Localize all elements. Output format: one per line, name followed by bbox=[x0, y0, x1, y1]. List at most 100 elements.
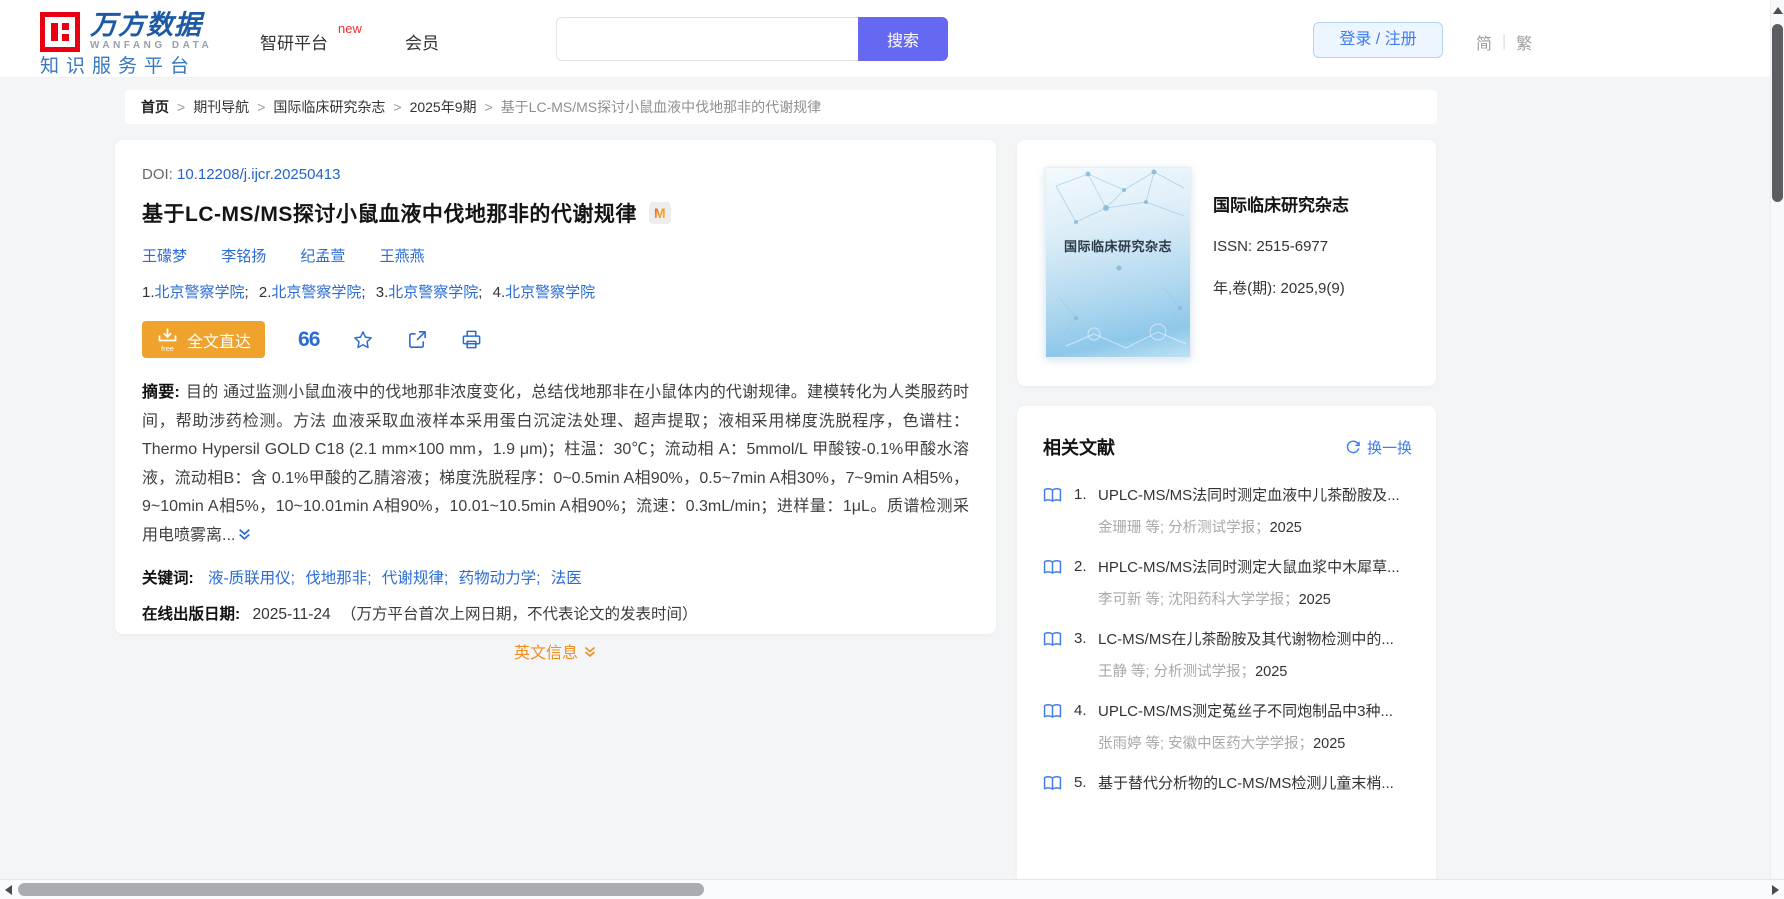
keyword-link[interactable]: 法医 bbox=[551, 570, 582, 587]
top-header: 万方数据 WANFANG DATA 知识服务平台 智研平台 new 会员 搜索 … bbox=[0, 0, 1770, 78]
book-icon bbox=[1043, 559, 1062, 575]
logo-text-en: WANFANG DATA bbox=[90, 40, 213, 51]
keyword-link[interactable]: 伐地那非 bbox=[305, 570, 367, 587]
journal-issn-row: ISSN: 2515-6977 bbox=[1213, 238, 1349, 255]
search-bar: 搜索 bbox=[556, 17, 948, 61]
related-item: 4. UPLC-MS/MS测定菟丝子不同炮制品中3种... 张雨婷 等; 安徽中… bbox=[1043, 700, 1412, 753]
article-title: 基于LC-MS/MS探讨小鼠血液中伐地那非的代谢规律 bbox=[142, 203, 637, 226]
refresh-icon bbox=[1346, 440, 1360, 454]
affiliation-link[interactable]: 北京警察学院 bbox=[388, 284, 478, 301]
book-icon bbox=[1043, 487, 1062, 503]
doi-row: DOI: 10.12208/j.ijcr.20250413 bbox=[142, 166, 969, 183]
related-item: 2. HPLC-MS/MS法同时测定大鼠血浆中木犀草... 李可新 等; 沈阳药… bbox=[1043, 556, 1412, 609]
abstract-label: 摘要: bbox=[142, 384, 180, 401]
issn-label: ISSN: bbox=[1213, 238, 1253, 255]
book-icon bbox=[1043, 631, 1062, 647]
doi-link[interactable]: 10.12208/j.ijcr.20250413 bbox=[177, 166, 340, 183]
breadcrumb-issue[interactable]: 2025年9期 bbox=[410, 97, 477, 117]
keywords-label: 关键词: bbox=[142, 569, 194, 587]
related-item-title[interactable]: UPLC-MS/MS法同时测定血液中儿茶酚胺及... bbox=[1098, 484, 1412, 505]
keyword-link[interactable]: 代谢规律 bbox=[382, 570, 444, 587]
expand-abstract-chevron-icon[interactable] bbox=[237, 524, 252, 553]
abstract-text: 目的 通过监测小鼠血液中的伐地那非浓度变化，总结伐地那非在小鼠体内的代谢规律。建… bbox=[142, 384, 969, 544]
share-export-icon[interactable] bbox=[407, 329, 428, 350]
scroll-right-arrow[interactable] bbox=[1772, 885, 1779, 895]
publish-date-row: 在线出版日期: 2025-11-24 （万方平台首次上网日期，不代表论文的发表时… bbox=[142, 602, 969, 624]
related-item-meta: 张雨婷 等; 安徽中医药大学学报；2025 bbox=[1098, 736, 1346, 752]
author-link[interactable]: 王燕燕 bbox=[380, 248, 425, 265]
breadcrumb-separator: > bbox=[257, 99, 266, 115]
language-switch: 简 | 繁 bbox=[1476, 30, 1532, 54]
author-link[interactable]: 王礞梦 bbox=[142, 248, 187, 265]
related-item-title[interactable]: LC-MS/MS在儿茶酚胺及其代谢物检测中的... bbox=[1098, 628, 1412, 649]
affiliation-link[interactable]: 北京警察学院 bbox=[505, 284, 595, 301]
breadcrumb-journal-nav[interactable]: 期刊导航 bbox=[193, 97, 249, 117]
author-link[interactable]: 李铭扬 bbox=[221, 248, 266, 265]
author-list: 王礞梦 李铭扬 纪孟萱 王燕燕 bbox=[142, 245, 969, 266]
doi-label: DOI: bbox=[142, 166, 173, 183]
nav-zhiyan-platform[interactable]: 智研平台 new bbox=[260, 21, 362, 54]
breadcrumb-separator: > bbox=[177, 99, 186, 115]
breadcrumb-home[interactable]: 首页 bbox=[141, 97, 169, 117]
keyword-link[interactable]: 药物动力学 bbox=[459, 570, 537, 587]
svg-text:free: free bbox=[161, 344, 174, 353]
volume-value: 2025,9(9) bbox=[1280, 280, 1345, 297]
print-icon[interactable] bbox=[461, 329, 482, 350]
breadcrumb: 首页 > 期刊导航 > 国际临床研究杂志 > 2025年9期 > 基于LC-MS… bbox=[125, 90, 1437, 124]
volume-label: 年,卷(期): bbox=[1213, 280, 1277, 297]
related-literature-card: 相关文献 换一换 1. UPLC-MS/MS法同时测定血液中儿茶酚胺及... 金… bbox=[1017, 406, 1436, 899]
affiliation-link[interactable]: 北京警察学院 bbox=[155, 284, 245, 301]
breadcrumb-separator: > bbox=[484, 99, 493, 115]
related-item-title[interactable]: HPLC-MS/MS法同时测定大鼠血浆中木犀草... bbox=[1098, 556, 1412, 577]
journal-name[interactable]: 国际临床研究杂志 bbox=[1213, 191, 1349, 216]
lang-traditional[interactable]: 繁 bbox=[1516, 30, 1532, 54]
journal-volume-row: 年,卷(期): 2025,9(9) bbox=[1213, 277, 1349, 298]
lang-simplified[interactable]: 简 bbox=[1476, 30, 1492, 54]
favorite-star-icon[interactable] bbox=[352, 329, 374, 351]
publish-date-note: （万方平台首次上网日期，不代表论文的发表时间） bbox=[340, 605, 698, 623]
vertical-scrollbar[interactable] bbox=[1770, 0, 1784, 879]
cite-quote-icon[interactable]: 66 bbox=[298, 329, 320, 350]
logo-text-cn: 万方数据 bbox=[90, 10, 202, 40]
logo-subtitle: 知识服务平台 bbox=[40, 56, 197, 77]
login-register-button[interactable]: 登录 / 注册 bbox=[1313, 22, 1443, 58]
breadcrumb-current: 基于LC-MS/MS探讨小鼠血液中伐地那非的代谢规律 bbox=[500, 99, 822, 115]
chevron-double-down-icon bbox=[584, 646, 596, 658]
medical-badge-icon: M bbox=[648, 202, 671, 224]
issn-value: 2515-6977 bbox=[1256, 238, 1329, 255]
fulltext-button[interactable]: free 全文直达 bbox=[142, 321, 266, 358]
search-input[interactable] bbox=[556, 17, 858, 61]
article-card: DOI: 10.12208/j.ijcr.20250413 基于LC-MS/MS… bbox=[115, 140, 996, 662]
vertical-scrollbar-thumb[interactable] bbox=[1772, 24, 1783, 202]
scroll-left-arrow[interactable] bbox=[5, 885, 12, 895]
publish-date-value: 2025-11-24 bbox=[252, 605, 331, 623]
publish-date-label: 在线出版日期: bbox=[142, 605, 241, 623]
related-item: 1. UPLC-MS/MS法同时测定血液中儿茶酚胺及... 金珊珊 等; 分析测… bbox=[1043, 484, 1412, 537]
affiliation-list: 1.北京警察学院; 2.北京警察学院; 3.北京警察学院; 4.北京警察学院 bbox=[142, 284, 596, 301]
journal-cover[interactable]: 国际临床研究杂志 bbox=[1045, 167, 1191, 358]
nav-member[interactable]: 会员 bbox=[405, 29, 439, 54]
breadcrumb-journal[interactable]: 国际临床研究杂志 bbox=[273, 97, 385, 117]
breadcrumb-separator: > bbox=[393, 99, 402, 115]
refresh-related-button[interactable]: 换一换 bbox=[1345, 437, 1412, 458]
related-item: 3. LC-MS/MS在儿茶酚胺及其代谢物检测中的... 王静 等; 分析测试学… bbox=[1043, 628, 1412, 681]
related-item-title[interactable]: 基于替代分析物的LC-MS/MS检测儿童末梢... bbox=[1098, 772, 1412, 793]
keyword-link[interactable]: 液-质联用仪 bbox=[208, 570, 291, 587]
related-item: 5. 基于替代分析物的LC-MS/MS检测儿童末梢... bbox=[1043, 772, 1412, 804]
action-toolbar: free 全文直达 66 bbox=[142, 321, 969, 358]
related-item-title[interactable]: UPLC-MS/MS测定菟丝子不同炮制品中3种... bbox=[1098, 700, 1412, 721]
new-badge: new bbox=[338, 21, 362, 36]
related-title: 相关文献 bbox=[1043, 438, 1115, 458]
related-item-meta: 金珊珊 等; 分析测试学报；2025 bbox=[1098, 520, 1302, 536]
search-button[interactable]: 搜索 bbox=[858, 17, 948, 61]
scroll-up-arrow[interactable] bbox=[1773, 7, 1783, 14]
horizontal-scrollbar[interactable] bbox=[0, 879, 1784, 899]
journal-cover-title: 国际临床研究杂志 bbox=[1063, 239, 1172, 254]
free-download-icon: free bbox=[158, 328, 177, 353]
author-link[interactable]: 纪孟萱 bbox=[300, 248, 345, 265]
lang-divider: | bbox=[1502, 33, 1507, 50]
related-item-meta: 李可新 等; 沈阳药科大学学报；2025 bbox=[1098, 592, 1331, 608]
horizontal-scrollbar-thumb[interactable] bbox=[18, 883, 704, 896]
affiliation-link[interactable]: 北京警察学院 bbox=[271, 284, 361, 301]
english-info-link[interactable]: 英文信息 bbox=[514, 639, 597, 663]
